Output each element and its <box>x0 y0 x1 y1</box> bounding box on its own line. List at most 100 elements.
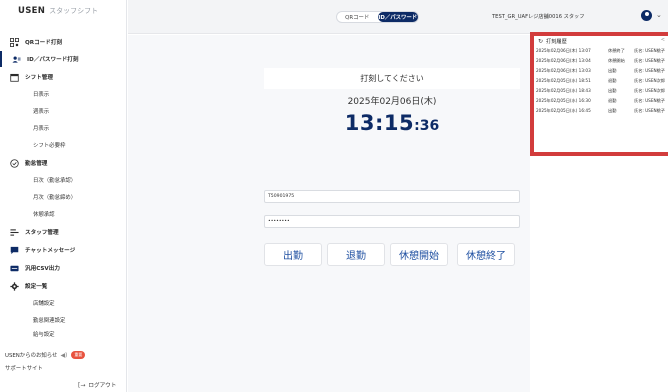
support-site-link[interactable]: サポートサイト <box>5 364 43 372</box>
break-start-button[interactable]: 休憩開始 <box>390 243 448 266</box>
sidebar-item-csv-export[interactable]: 汎用CSV出力 <box>0 260 127 276</box>
history-datetime: 2025年02月05日(水) 16:30 <box>536 98 591 103</box>
history-kind: 出勤 <box>608 108 617 113</box>
history-title-label: 打刻履歴 <box>546 39 567 45</box>
sidebar-item-store-settings[interactable]: 店舗設定 <box>0 295 127 311</box>
main-content: 打刻してください 2025年02月06日(木) 13:15:36 T509019… <box>128 35 530 392</box>
history-row: 2025年02月05日(水) 16:30 退勤 氏名: USEN桃子 <box>536 98 668 105</box>
sidebar-item-label: 月表示 <box>33 126 50 132</box>
user-store-label: TEST_GR_UAFレジ店舗0016 スタッフ <box>492 14 585 20</box>
history-icon: ↻ <box>538 38 544 45</box>
password-field[interactable]: •••••••• <box>264 215 520 228</box>
sidebar-item-chat-message[interactable]: チャットメッセージ <box>0 242 127 258</box>
history-datetime: 2025年02月06日(木) 13:04 <box>536 58 591 63</box>
history-name: 氏名: USEN桃子 <box>634 58 665 63</box>
history-row: 2025年02月05日(水) 16:45 出勤 氏名: USEN桃子 <box>536 108 668 115</box>
history-kind: 出勤 <box>608 68 617 73</box>
break-end-button[interactable]: 休憩終了 <box>457 243 515 266</box>
csv-icon <box>10 264 19 273</box>
sidebar-item-label: 日表示 <box>33 92 50 98</box>
check-circle-icon <box>10 158 19 168</box>
sidebar-item-label: シフト管理 <box>25 75 53 81</box>
sidebar-item-label: 週表示 <box>33 109 50 115</box>
history-name: 氏名: USEN桃子 <box>634 68 665 73</box>
qr-code-icon <box>10 37 19 47</box>
gear-icon <box>10 281 19 291</box>
sidebar-item-monthly-view[interactable]: 月表示 <box>0 120 127 136</box>
sidebar-item-salary-settings[interactable]: 給与設定 <box>0 329 127 338</box>
sidebar-item-daily-view[interactable]: 日表示 <box>0 86 127 102</box>
sidebar-item-label: QRコード打刻 <box>25 40 63 46</box>
history-kind: 休憩終了 <box>608 48 625 53</box>
clock-out-button[interactable]: 退勤 <box>327 243 385 266</box>
tab-qr-code[interactable]: QRコード <box>337 12 378 22</box>
tab-id-password[interactable]: ID／パスワード <box>377 12 418 22</box>
current-date: 2025年02月06日(木) <box>347 97 437 107</box>
punch-prompt: 打刻してください <box>264 68 520 89</box>
sidebar-item-label: ID／パスワード打刻 <box>27 57 79 63</box>
clock-in-button[interactable]: 出勤 <box>264 243 322 266</box>
speaker-icon: ◀) <box>60 351 68 359</box>
punch-mode-toggle: QRコード ID／パスワード <box>336 11 419 23</box>
history-name: 氏名: USEN桃子 <box>634 48 665 53</box>
sidebar-item-qr-punch[interactable]: QRコード打刻 <box>0 34 127 50</box>
history-row: 2025年02月06日(木) 13:03 出勤 氏名: USEN桃子 <box>536 68 668 75</box>
history-row: 2025年02月05日(水) 18:43 出勤 氏名: USEN次郎 <box>536 88 668 95</box>
time-seconds: :36 <box>414 118 440 134</box>
logout-button[interactable]: [→ ログアウト <box>78 381 116 390</box>
brand-logo[interactable]: USEN スタッフシフト <box>0 0 126 22</box>
sidebar-item-label: 休憩承認 <box>33 212 55 218</box>
sidebar-item-label: 勤怠管理 <box>25 161 48 167</box>
history-name: 氏名: USEN次郎 <box>634 78 665 83</box>
sidebar-item-label: 月次（勤怠締め） <box>33 195 77 201</box>
sidebar-item-id-password-punch[interactable]: ID／パスワード打刻 <box>0 51 127 67</box>
sidebar-item-label: シフト必要枠 <box>33 143 66 149</box>
history-row: 2025年02月05日(水) 18:51 退勤 氏名: USEN次郎 <box>536 78 668 85</box>
current-time: 13:15:36 <box>264 111 520 135</box>
sidebar-item-attendance-management[interactable]: 勤怠管理 <box>0 155 127 171</box>
id-card-icon <box>12 55 21 64</box>
brand-subtitle: スタッフシフト <box>49 7 99 15</box>
sidebar-item-label: 設定一覧 <box>25 284 48 290</box>
history-datetime: 2025年02月05日(水) 16:45 <box>536 108 591 113</box>
punch-history-panel: ↻ 打刻履歴 < 2025年02月06日(木) 13:07 休憩終了 氏名: USE… <box>530 32 668 156</box>
time-hours-minutes: 13:15 <box>344 111 415 135</box>
chat-icon <box>10 246 19 255</box>
sidebar-notice-link[interactable]: USENからのお知らせ ◀) 重要 <box>5 351 86 359</box>
sidebar-item-shift-required[interactable]: シフト必要枠 <box>0 137 127 153</box>
history-datetime: 2025年02月06日(木) 13:07 <box>536 48 591 53</box>
sidebar-item-break-approval[interactable]: 休憩承認 <box>0 206 127 222</box>
brand-name: USEN <box>18 6 46 16</box>
sidebar-item-monthly-close[interactable]: 月次（勤怠締め） <box>0 189 127 205</box>
sidebar-item-weekly-view[interactable]: 週表示 <box>0 103 127 119</box>
chevron-down-icon[interactable]: ⌄ <box>656 11 662 19</box>
history-kind: 退勤 <box>608 78 617 83</box>
sidebar-item-label: 汎用CSV出力 <box>25 266 60 272</box>
history-kind: 休憩開始 <box>608 58 625 63</box>
sidebar-item-shift-management[interactable]: シフト管理 <box>0 69 127 85</box>
sidebar-item-settings[interactable]: 設定一覧 <box>0 278 127 294</box>
history-name: 氏名: USEN桃子 <box>634 108 665 113</box>
sidebar-item-label: スタッフ管理 <box>25 230 59 236</box>
staff-list-icon <box>10 228 19 237</box>
collapse-icon[interactable]: < <box>661 37 665 43</box>
sidebar-item-attendance-settings[interactable]: 勤怠関連設定 <box>0 312 127 328</box>
sidebar-item-label: 勤怠関連設定 <box>33 318 66 324</box>
history-title: ↻ 打刻履歴 <box>538 38 567 45</box>
history-name: 氏名: USEN次郎 <box>634 88 665 93</box>
history-row: 2025年02月06日(木) 13:04 休憩開始 氏名: USEN桃子 <box>536 58 668 65</box>
sidebar-item-daily-approval[interactable]: 日次（勤怠承認） <box>0 172 127 188</box>
important-badge: 重要 <box>71 351 86 359</box>
sidebar: USEN スタッフシフト QRコード打刻 ID／パスワード打刻 シフト管理 日表… <box>0 0 127 392</box>
sidebar-item-staff-management[interactable]: スタッフ管理 <box>0 224 127 240</box>
history-name: 氏名: USEN桃子 <box>634 98 665 103</box>
top-header: QRコード ID／パスワード TEST_GR_UAFレジ店舗0016 スタッフ … <box>128 0 668 34</box>
calendar-icon <box>10 73 19 82</box>
history-kind: 退勤 <box>608 98 617 103</box>
staff-id-field[interactable]: T50901975 <box>264 190 520 203</box>
notice-label: USENからのお知らせ <box>5 353 58 359</box>
logout-icon: [→ <box>78 381 86 389</box>
avatar[interactable] <box>641 10 652 21</box>
history-datetime: 2025年02月06日(木) 13:03 <box>536 68 591 73</box>
history-kind: 出勤 <box>608 88 617 93</box>
